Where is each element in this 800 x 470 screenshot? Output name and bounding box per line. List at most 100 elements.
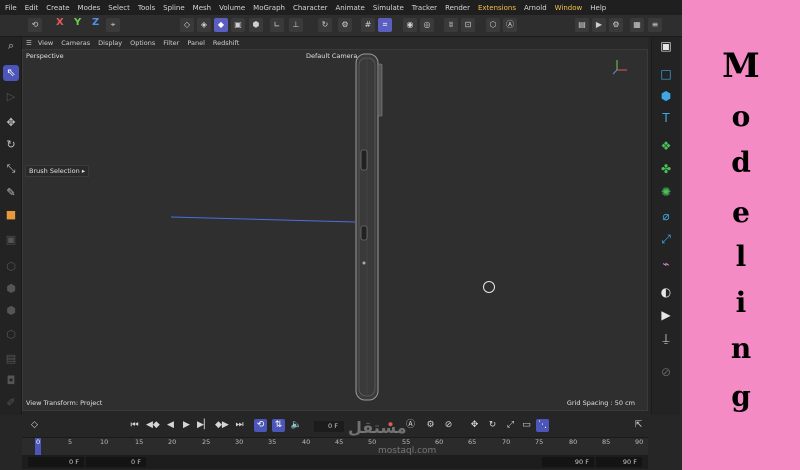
effector-icon[interactable]: ✺ [657, 183, 675, 201]
brush-tool-icon[interactable]: ✎ [3, 185, 19, 201]
goto-start-icon[interactable]: ⏮ [128, 419, 141, 432]
vp-menu-redshift[interactable]: Redshift [213, 39, 239, 47]
loop-icon[interactable]: ⟲ [254, 419, 267, 432]
grid-icon[interactable]: # [361, 18, 375, 32]
timeline-scale-icon[interactable]: ⇱ [632, 419, 645, 432]
next-frame-icon[interactable]: ▶▏ [197, 419, 211, 432]
snap-grid-icon[interactable]: ⌗ [378, 18, 392, 32]
vp-menu-filter[interactable]: Filter [163, 39, 179, 47]
render-active-icon[interactable]: ▶ [592, 18, 606, 32]
mesh-icon[interactable]: ⬡ [3, 327, 19, 343]
menu-spline[interactable]: Spline [163, 4, 185, 12]
prev-key-icon[interactable]: ◀◆ [146, 419, 160, 432]
vp-menu-view[interactable]: View [38, 39, 53, 47]
object-manager-icon[interactable]: ▣ [657, 37, 675, 55]
zoom-icon[interactable]: ⌕ [3, 38, 19, 54]
menu-tools[interactable]: Tools [138, 4, 155, 12]
solo-off-icon[interactable]: ◎ [420, 18, 434, 32]
menu-create[interactable]: Create [46, 4, 69, 12]
menu-select[interactable]: Select [108, 4, 130, 12]
rotate-tool-icon[interactable]: ↻ [3, 137, 19, 153]
keyframe-icon[interactable]: ◇ [28, 419, 41, 432]
axis-mode-icon[interactable]: ⊥ [289, 18, 303, 32]
menu-mograph[interactable]: MoGraph [253, 4, 285, 12]
edges-mode-icon[interactable]: ◈ [197, 18, 211, 32]
move-tool-icon[interactable]: ✥ [3, 115, 19, 131]
current-frame-field[interactable]: 0 F [314, 421, 344, 432]
solo-icon[interactable]: ◉ [403, 18, 417, 32]
deformer-icon-right[interactable]: ⌀ [657, 207, 675, 225]
menu-volume[interactable]: Volume [219, 4, 245, 12]
menu-character[interactable]: Character [293, 4, 328, 12]
polygon-icon[interactable]: ⬢ [3, 303, 19, 319]
render-settings-icon[interactable]: ⚙ [609, 18, 623, 32]
vp-menu-cameras[interactable]: Cameras [61, 39, 90, 47]
menu-tracker[interactable]: Tracker [412, 4, 437, 12]
axis-y-toggle[interactable]: Y [74, 17, 81, 28]
ping-pong-icon[interactable]: ⇅ [272, 419, 285, 432]
preview-end-field[interactable]: 90 F [542, 457, 594, 467]
text-object-icon[interactable]: T [657, 109, 675, 127]
prev-frame-icon[interactable]: ◀ [164, 419, 177, 432]
layer-icon[interactable]: ▣ [3, 232, 19, 248]
select-tool-icon[interactable]: ⇖ [3, 65, 19, 81]
menu-simulate[interactable]: Simulate [373, 4, 404, 12]
key-rotation-icon[interactable]: ↻ [486, 419, 499, 432]
spline-tool-icon[interactable]: ⤢ [657, 230, 675, 248]
menu-help[interactable]: Help [590, 4, 606, 12]
live-select-icon[interactable]: ▷ [3, 89, 19, 105]
workplane-icon[interactable]: ∟ [270, 18, 284, 32]
object-mode-icon[interactable]: ⬡ [3, 259, 19, 275]
goto-end-icon[interactable]: ⏭ [233, 419, 246, 432]
menu-mesh[interactable]: Mesh [193, 4, 211, 12]
phone-model[interactable] [355, 53, 383, 401]
snap-icon[interactable]: ↻ [318, 18, 332, 32]
color-swatch-icon[interactable]: ■ [3, 207, 19, 223]
menu-modes[interactable]: Modes [78, 4, 101, 12]
3d-viewport[interactable]: Perspective Default Camera Brush Selecti… [22, 49, 648, 411]
motion-mode-icon[interactable]: ⊘ [442, 419, 455, 432]
polygons-mode-icon[interactable]: ◆ [214, 18, 228, 32]
symmetry-icon[interactable]: ʬ [444, 18, 458, 32]
play-icon[interactable]: ▶ [180, 419, 193, 432]
paint-icon[interactable]: ✐ [3, 395, 19, 411]
menu-window[interactable]: Window [555, 4, 583, 12]
render-view-icon[interactable]: ▤ [575, 18, 589, 32]
next-key-icon[interactable]: ◆▶ [215, 419, 229, 432]
frame-ruler[interactable]: 0 5 10 15 20 25 30 35 40 45 50 55 60 65 … [22, 437, 648, 456]
sound-icon[interactable]: 🔈 [290, 419, 303, 432]
points-mode-icon[interactable]: ◇ [180, 18, 194, 32]
key-param-icon[interactable]: ▭ [520, 419, 533, 432]
key-scale-icon[interactable]: ⤢ [504, 419, 517, 432]
render-queue-icon[interactable]: ≡ [648, 18, 662, 32]
scene-icon[interactable]: ◘ [3, 373, 19, 389]
field-icon[interactable]: ⌁ [657, 255, 675, 273]
menu-extensions[interactable]: Extensions [478, 4, 516, 12]
menu-animate[interactable]: Animate [336, 4, 365, 12]
vp-menu-display[interactable]: Display [98, 39, 122, 47]
deformer-icon[interactable]: ▤ [3, 351, 19, 367]
undo-icon[interactable]: ⟲ [28, 18, 42, 32]
key-position-icon[interactable]: ✥ [468, 419, 481, 432]
keyframe-selection-icon[interactable]: ⚙ [424, 419, 437, 432]
texture-mode-icon[interactable]: ⬢ [249, 18, 263, 32]
key-pla-icon[interactable]: ⋱ [536, 419, 549, 432]
menu-file[interactable]: File [5, 4, 17, 12]
viewport-menu-icon[interactable]: ☰ [26, 39, 32, 47]
range-start-field[interactable]: 0 F [28, 457, 84, 467]
uv-mode-icon[interactable]: ▣ [231, 18, 245, 32]
range-end-field[interactable]: 90 F [596, 457, 642, 467]
axis-z-toggle[interactable]: Z [92, 17, 99, 28]
render-region-icon[interactable]: ⬡ [486, 18, 500, 32]
tweak-icon[interactable]: ⚙ [338, 18, 352, 32]
cloner-icon[interactable]: ✤ [657, 160, 675, 178]
camera-icon[interactable]: ▶ [657, 306, 675, 324]
tag-icon[interactable]: ⊘ [657, 363, 675, 381]
vp-menu-options[interactable]: Options [130, 39, 155, 47]
cube-icon[interactable]: ⬢ [3, 281, 19, 297]
scale-tool-icon[interactable]: ⤡ [3, 161, 19, 177]
null-object-icon[interactable]: □ [657, 65, 675, 83]
subdivision-icon[interactable]: ❖ [657, 137, 675, 155]
vp-menu-panel[interactable]: Panel [187, 39, 205, 47]
menu-render[interactable]: Render [445, 4, 470, 12]
